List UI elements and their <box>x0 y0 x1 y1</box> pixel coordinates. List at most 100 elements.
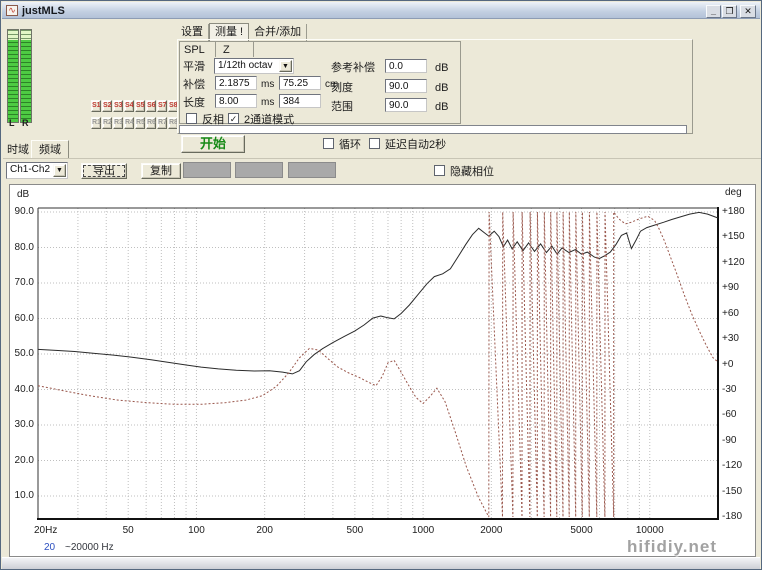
comp-label: 补偿 <box>183 79 205 91</box>
preset-button-r1[interactable]: R1 <box>91 117 101 129</box>
tab-underline <box>3 158 761 159</box>
meter-label-left: L <box>9 117 15 129</box>
title-bar: ∿ justMLS _ ❐ ✕ <box>2 2 760 19</box>
close-button[interactable]: ✕ <box>740 5 756 18</box>
preset-button-s6[interactable]: S6 <box>146 100 156 112</box>
x-tick: 5000 <box>562 525 602 536</box>
ref-comp-unit: dB <box>435 62 448 74</box>
range-label: 范围 <box>331 101 353 113</box>
hide-phase-checkbox[interactable] <box>434 165 445 176</box>
start-button[interactable]: 开始 <box>181 135 245 153</box>
window-title: justMLS <box>22 5 65 17</box>
x-tick: 100 <box>176 525 216 536</box>
subtab-divider <box>215 42 216 57</box>
scale-label: 刻度 <box>331 82 353 94</box>
comp-cm-input[interactable]: 75.25 <box>279 76 321 90</box>
tab-time-domain[interactable]: 时域 <box>7 144 29 156</box>
channel-select[interactable]: Ch1-Ch2 ▼ <box>6 162 68 179</box>
y-right-tick: -60 <box>722 409 756 420</box>
length-unit: ms <box>261 97 274 109</box>
legend-slot-1 <box>183 162 231 178</box>
y-right-tick: +120 <box>722 257 756 268</box>
preset-button-r7[interactable]: R7 <box>157 117 167 129</box>
y-left-tick: 10.0 <box>1 490 34 501</box>
y-right-tick: -90 <box>722 435 756 446</box>
comp-ms-input[interactable]: 2.1875 <box>215 76 257 90</box>
smooth-value: 1/12th octav <box>218 60 272 71</box>
chevron-down-icon[interactable]: ▼ <box>279 60 292 72</box>
preset-button-s1[interactable]: S1 <box>91 100 101 112</box>
preset-button-s5[interactable]: S5 <box>135 100 145 112</box>
channel-select-value: Ch1-Ch2 <box>10 164 50 175</box>
y-left-axis-title: dB <box>17 189 29 200</box>
subtab-spl[interactable]: SPL <box>184 44 205 56</box>
preset-button-s4[interactable]: S4 <box>124 100 134 112</box>
meter-label-right: R <box>22 117 29 129</box>
ref-comp-label: 参考补偿 <box>331 62 375 74</box>
status-range-rest: ~20000 Hz <box>65 542 114 553</box>
preset-button-s2[interactable]: S2 <box>102 100 112 112</box>
loop-label: 循环 <box>339 139 361 151</box>
progress-bar <box>179 125 687 134</box>
x-tick: 200 <box>245 525 285 536</box>
y-right-tick: +180 <box>722 206 756 217</box>
x-tick: 500 <box>335 525 375 536</box>
two-channel-checkbox[interactable]: ✓ <box>228 113 239 124</box>
preset-button-r2[interactable]: R2 <box>102 117 112 129</box>
app-window: ∿ justMLS _ ❐ ✕ L R S1S2S3S4S5S6S7S8 R1R… <box>0 0 762 570</box>
scale-input[interactable]: 90.0 <box>385 79 427 93</box>
y-right-tick: -120 <box>722 460 756 471</box>
x-tick: 2000 <box>471 525 511 536</box>
smooth-label: 平滑 <box>183 61 205 73</box>
y-left-tick: 60.0 <box>1 313 34 324</box>
app-icon: ∿ <box>6 5 18 16</box>
y-left-tick: 30.0 <box>1 419 34 430</box>
range-input[interactable]: 90.0 <box>385 98 427 112</box>
y-left-tick: 80.0 <box>1 242 34 253</box>
ref-comp-input[interactable]: 0.0 <box>385 59 427 73</box>
y-right-tick: +0 <box>722 359 756 370</box>
level-meter-right <box>20 29 32 123</box>
y-right-tick: +150 <box>722 231 756 242</box>
loop-checkbox[interactable] <box>323 138 334 149</box>
minimize-button[interactable]: _ <box>706 5 721 18</box>
y-left-tick: 20.0 <box>1 455 34 466</box>
preset-button-r6[interactable]: R6 <box>146 117 156 129</box>
x-tick: 1000 <box>403 525 443 536</box>
preset-button-s7[interactable]: S7 <box>157 100 167 112</box>
length-ms-input[interactable]: 8.00 <box>215 94 257 108</box>
preset-button-r3[interactable]: R3 <box>113 117 123 129</box>
y-right-tick: -180 <box>722 511 756 522</box>
smooth-dropdown[interactable]: 1/12th octav ▼ <box>214 58 294 74</box>
watermark: hifidiy.net <box>627 537 717 557</box>
export-button[interactable]: 导出 <box>81 163 127 179</box>
y-left-tick: 70.0 <box>1 277 34 288</box>
x-tick: 20Hz <box>34 525 57 536</box>
length-label: 长度 <box>183 97 205 109</box>
legend-slot-2 <box>235 162 283 178</box>
length-samples-input[interactable]: 384 <box>279 94 321 108</box>
tab-frequency-domain-label: 频域 <box>39 144 68 156</box>
delay-start-checkbox[interactable] <box>369 138 380 149</box>
level-meter-left <box>7 29 19 123</box>
y-right-tick: -30 <box>722 384 756 395</box>
y-left-tick: 90.0 <box>1 206 34 217</box>
y-right-tick: +30 <box>722 333 756 344</box>
range-unit: dB <box>435 101 448 113</box>
subtab-z[interactable]: Z <box>223 44 230 56</box>
y-left-tick: 50.0 <box>1 348 34 359</box>
chevron-down-icon[interactable]: ▼ <box>53 164 66 177</box>
copy-button[interactable]: 复制 <box>141 163 181 179</box>
tab-frequency-domain[interactable]: 频域 <box>31 140 69 158</box>
status-range-start: 20 <box>44 542 55 553</box>
subtab-divider2 <box>253 42 254 57</box>
scale-unit: dB <box>435 82 448 94</box>
preset-button-s3[interactable]: S3 <box>113 100 123 112</box>
preset-button-r4[interactable]: R4 <box>124 117 134 129</box>
y-left-tick: 40.0 <box>1 384 34 395</box>
invert-checkbox[interactable] <box>186 113 197 124</box>
preset-button-r5[interactable]: R5 <box>135 117 145 129</box>
restore-button[interactable]: ❐ <box>722 5 737 18</box>
delay-start-label: 延迟自动2秒 <box>385 139 446 151</box>
status-bar <box>2 557 760 570</box>
